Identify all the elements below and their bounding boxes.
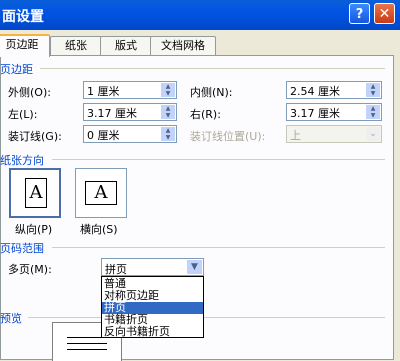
- gutter-arrows[interactable]: ▲ ▼: [161, 127, 175, 141]
- outer-margin-spinner[interactable]: 1 厘米 ▲ ▼: [83, 81, 177, 99]
- outer-margin-value: 1 厘米: [87, 85, 120, 98]
- chevron-down-icon[interactable]: ▼: [187, 260, 202, 274]
- landscape-label[interactable]: 横向(S): [80, 221, 118, 237]
- preview-line: [67, 343, 107, 344]
- left-margin-value: 3.17 厘米: [87, 107, 137, 120]
- left-margin-label: 左(L):: [8, 108, 38, 121]
- preview-section-title: 预览: [0, 312, 22, 325]
- help-button[interactable]: ?: [349, 3, 370, 24]
- landscape-page-icon: A: [85, 181, 117, 205]
- right-margin-label: 右(R):: [190, 108, 221, 121]
- right-margin-arrows[interactable]: ▲ ▼: [366, 105, 380, 119]
- tab-margins[interactable]: 页边距: [0, 34, 50, 57]
- multiple-pages-value: 拼页: [105, 263, 127, 276]
- multiple-pages-label: 多页(M):: [8, 263, 52, 276]
- window-title: 面设置: [2, 9, 44, 25]
- left-margin-arrows[interactable]: ▲ ▼: [161, 105, 175, 119]
- outer-margin-label: 外侧(O):: [8, 86, 51, 99]
- inner-margin-arrows[interactable]: ▲ ▼: [366, 83, 380, 97]
- gutter-spinner[interactable]: 0 厘米 ▲ ▼: [83, 125, 177, 143]
- landscape-option[interactable]: A: [75, 168, 127, 218]
- margins-section-title: 页边距: [0, 63, 33, 76]
- preview-line: [67, 349, 107, 350]
- portrait-option[interactable]: A: [9, 168, 61, 218]
- right-margin-value: 3.17 厘米: [290, 107, 340, 120]
- tab-document-grid[interactable]: 文档网格: [150, 36, 216, 55]
- title-bar: 面设置 ? ✕: [0, 0, 400, 30]
- left-margin-spinner[interactable]: 3.17 厘米 ▲ ▼: [83, 103, 177, 121]
- inner-margin-spinner[interactable]: 2.54 厘米 ▲ ▼: [286, 81, 382, 99]
- right-margin-spinner[interactable]: 3.17 厘米 ▲ ▼: [286, 103, 382, 121]
- dropdown-option[interactable]: 反向书籍折页: [102, 326, 203, 338]
- gutter-label: 装订线(G):: [8, 130, 62, 143]
- gutter-position-select[interactable]: 上 ⌄: [286, 125, 382, 143]
- inner-margin-label: 内侧(N):: [190, 86, 233, 99]
- gutter-position-label: 装订线位置(U):: [190, 130, 266, 143]
- margins-divider: [40, 68, 385, 69]
- gutter-position-value: 上: [290, 129, 301, 142]
- preview-divider: [28, 317, 385, 318]
- tab-layout[interactable]: 版式: [100, 36, 152, 55]
- tab-paper[interactable]: 纸张: [50, 36, 102, 55]
- pages-divider: [52, 247, 385, 248]
- close-button[interactable]: ✕: [374, 3, 395, 24]
- portrait-page-icon: A: [25, 178, 47, 208]
- portrait-label[interactable]: 纵向(P): [15, 221, 52, 237]
- inner-margin-value: 2.54 厘米: [290, 85, 340, 98]
- outer-margin-arrows[interactable]: ▲ ▼: [161, 83, 175, 97]
- gutter-value: 0 厘米: [87, 129, 120, 142]
- pages-section-title: 页码范围: [0, 242, 44, 255]
- orientation-section-title: 纸张方向: [0, 154, 44, 167]
- orientation-divider: [52, 159, 385, 160]
- chevron-down-icon[interactable]: ⌄: [366, 127, 380, 141]
- multiple-pages-dropdown: 普通 对称页边距 拼页 书籍折页 反向书籍折页: [101, 276, 204, 338]
- multiple-pages-select[interactable]: 拼页 ▼: [101, 258, 204, 276]
